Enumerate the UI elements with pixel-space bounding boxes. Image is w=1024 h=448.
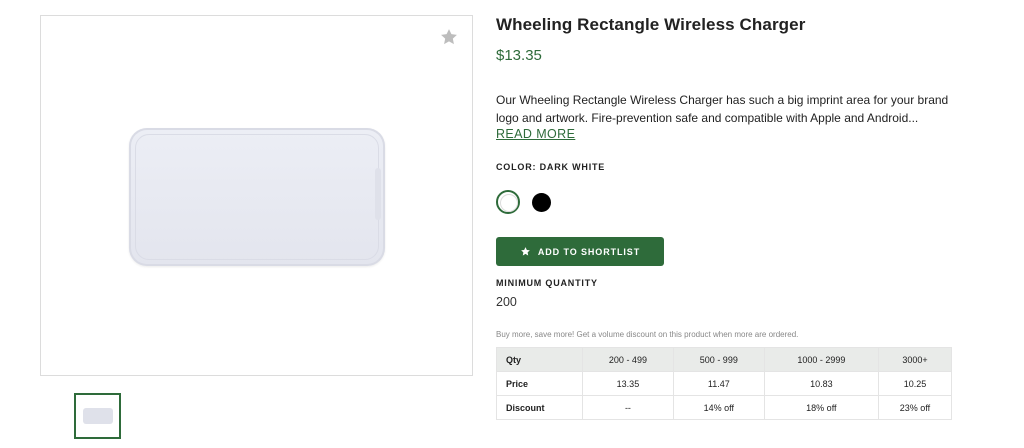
read-more-link[interactable]: READ MORE [496,127,575,141]
thumbnail-image [83,408,113,424]
product-image-frame [40,15,473,376]
table-cell: Discount [496,395,583,420]
table-header-row: Qty 200 - 499 500 - 999 1000 - 2999 3000… [496,347,953,372]
minimum-quantity-value: 200 [496,295,517,309]
product-thumbnail[interactable] [74,393,121,439]
add-to-shortlist-button[interactable]: ADD TO SHORTLIST [496,237,664,266]
table-row: Price 13.35 11.47 10.83 10.25 [496,371,953,396]
table-cell: 18% off [763,395,879,420]
color-swatch-black[interactable] [532,193,551,212]
color-label: COLOR: DARK WHITE [496,162,606,172]
table-cell: Price [496,371,583,396]
star-icon[interactable] [439,27,459,47]
table-cell: 13.35 [582,371,674,396]
table-cell: -- [582,395,674,420]
product-image-inner [135,134,379,260]
volume-pricing-table: Qty 200 - 499 500 - 999 1000 - 2999 3000… [496,347,953,420]
product-image-notch [375,168,381,220]
table-cell: 14% off [672,395,765,420]
color-swatch-dark-white[interactable] [496,190,520,214]
add-to-shortlist-label: ADD TO SHORTLIST [537,246,641,257]
table-header-cell: 500 - 999 [672,347,765,372]
volume-discount-note: Buy more, save more! Get a volume discou… [496,330,799,339]
table-header-cell: 3000+ [877,347,953,372]
product-image [129,128,385,266]
table-row: Discount -- 14% off 18% off 23% off [496,395,953,420]
star-icon [521,247,530,256]
table-header-cell: 200 - 499 [582,347,674,372]
product-price: $13.35 [496,47,542,64]
product-description: Our Wheeling Rectangle Wireless Charger … [496,93,949,125]
table-cell: 11.47 [672,371,765,396]
table-header-cell: 1000 - 2999 [763,347,879,372]
table-cell: 10.83 [763,371,879,396]
product-title: Wheeling Rectangle Wireless Charger [496,15,806,34]
table-cell: 10.25 [877,371,953,396]
table-cell: 23% off [877,395,953,420]
table-header-cell: Qty [496,347,583,372]
minimum-quantity-label: MINIMUM QUANTITY [496,278,598,288]
